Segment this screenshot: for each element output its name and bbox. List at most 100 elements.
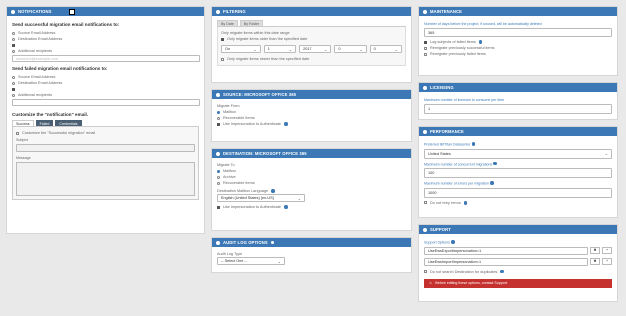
no-search-duplicates-row[interactable]: Do not search Destination for duplicates	[424, 269, 612, 275]
radio-icon[interactable]	[12, 93, 15, 97]
info-icon[interactable]	[284, 122, 288, 126]
audit-icon	[216, 240, 220, 245]
customize-checkbox-row[interactable]: Customize the "Successful migration" ema…	[16, 130, 195, 136]
checkbox-icon[interactable]	[217, 205, 220, 209]
customize-heading: Customize the "notification" email.	[12, 112, 89, 117]
checkbox-icon[interactable]	[424, 270, 427, 274]
radio-icon[interactable]	[217, 181, 220, 185]
radio-icon[interactable]	[12, 31, 15, 35]
radio-icon[interactable]	[217, 110, 220, 114]
source-header: SOURCE: MICROSOFT OFFICE 365	[212, 90, 411, 99]
info-icon[interactable]	[270, 240, 275, 245]
notifications-column: NOTIFICATIONS Send successful migration …	[6, 6, 205, 240]
checkbox-icon[interactable]	[12, 43, 15, 47]
checkbox-icon[interactable]	[16, 131, 19, 135]
tab-failed[interactable]: Failed	[35, 120, 54, 126]
radio-icon[interactable]	[217, 169, 220, 173]
source-icon	[216, 92, 220, 97]
info-icon[interactable]	[284, 205, 288, 209]
subject-input[interactable]	[16, 144, 195, 152]
add-option-button[interactable]: +	[602, 257, 612, 265]
chevron-down-icon: ⌄	[277, 258, 281, 264]
date-part-select[interactable]: 1 ⌄	[263, 45, 297, 53]
destination-icon	[216, 151, 220, 156]
days-input[interactable]: 365	[424, 28, 612, 37]
datacenter-select[interactable]: United States ⌄	[424, 148, 612, 159]
destination-impersonation-row[interactable]: Use Impersonation to Authenticate	[217, 204, 406, 210]
bell-icon	[11, 9, 15, 14]
newer-check-row[interactable]: Only migrate items newer than the specif…	[221, 56, 402, 62]
remove-option-button[interactable]: ✖	[590, 246, 600, 254]
tab-success[interactable]: Success	[12, 120, 34, 126]
support-option-input[interactable]: UseEwsExportImpersonation=1	[424, 246, 588, 255]
notifications-title: NOTIFICATIONS	[18, 9, 52, 14]
destination-recoverable-option[interactable]: Recoverable Items	[217, 180, 406, 186]
failed-additional-option[interactable]: Additional recipients	[12, 92, 199, 98]
checkbox-icon[interactable]	[424, 52, 427, 56]
older-check-row[interactable]: Only migrate items older than the specif…	[221, 36, 402, 42]
success-heading: Send successful migration email notifica…	[12, 22, 120, 27]
radio-icon[interactable]	[217, 116, 220, 120]
licensing-header: LICENSING	[419, 83, 617, 92]
date-part-select[interactable]: 2017 ⌄	[299, 45, 332, 53]
radio-icon[interactable]	[12, 49, 15, 53]
licensing-panel: LICENSING Maximum number of licenses to …	[418, 82, 618, 120]
checkbox-icon[interactable]	[221, 37, 224, 41]
date-selects: On ⌄ 1 ⌄ 2017 ⌄ 0 ⌄ 0 ⌄	[221, 45, 402, 53]
message-textarea[interactable]	[16, 162, 195, 196]
info-icon[interactable]	[490, 181, 494, 185]
checkbox-icon[interactable]	[424, 40, 427, 44]
info-icon[interactable]	[493, 161, 497, 166]
remigrate-failed-row[interactable]: Remigrate previously failed items	[424, 51, 612, 57]
errors-input[interactable]: 1000	[424, 187, 612, 198]
success-additional-input[interactable]: someone@example.com	[12, 55, 200, 62]
language-select[interactable]: English (United States) [en-US] ⌄	[217, 194, 305, 202]
audit-panel: AUDIT LOG OPTIONS Audit Log Type -- Sele…	[211, 237, 412, 273]
failed-additional-input[interactable]	[12, 99, 200, 106]
add-option-button[interactable]: +	[602, 246, 612, 254]
info-icon[interactable]	[463, 200, 468, 205]
destination-panel: DESTINATION: MICROSOFT OFFICE 365 Migrat…	[211, 148, 412, 231]
licenses-input[interactable]: 1	[424, 104, 612, 114]
info-icon[interactable]	[478, 40, 483, 44]
checkbox-icon[interactable]	[424, 201, 427, 205]
tab-by-folder[interactable]: By Folder	[239, 20, 264, 26]
support-panel: SUPPORT Support Options UseEwsExportImpe…	[418, 224, 618, 302]
days-label: Number of days before the project, if un…	[424, 22, 542, 26]
source-panel: SOURCE: MICROSOFT OFFICE 365 Migrate Fro…	[211, 89, 412, 142]
checkbox-icon[interactable]	[424, 46, 427, 50]
date-part-select[interactable]: 0 ⌄	[369, 45, 402, 53]
chevron-down-icon: ⌄	[324, 46, 328, 52]
radio-icon[interactable]	[12, 81, 15, 85]
info-icon[interactable]	[271, 189, 275, 193]
tab-by-date[interactable]: By Date	[217, 20, 238, 26]
support-option-row: UseEwsImportImpersonation=1 ✖ +	[424, 257, 612, 266]
info-icon[interactable]	[450, 240, 455, 244]
filtering-tabs: By Date By Folder	[217, 20, 406, 27]
info-icon[interactable]	[471, 142, 476, 146]
date-part-select[interactable]: On ⌄	[221, 45, 261, 53]
checkbox-icon[interactable]	[217, 122, 220, 126]
chevron-down-icon: ⌄	[604, 151, 608, 157]
success-additional-option[interactable]: Additional recipients	[12, 48, 199, 54]
radio-icon[interactable]	[12, 37, 15, 41]
radio-icon[interactable]	[12, 75, 15, 79]
radio-icon[interactable]	[217, 175, 220, 179]
audit-log-type-select[interactable]: -- Select One -- ⌄	[217, 257, 285, 265]
tab-credentials[interactable]: Credentials	[55, 120, 82, 126]
header-marker-icon	[68, 8, 75, 15]
date-part-select[interactable]: 0 ⌄	[334, 45, 367, 53]
checkbox-icon[interactable]	[12, 87, 15, 91]
concurrent-input[interactable]: 100	[424, 168, 612, 179]
chevron-down-icon: ⌄	[297, 195, 301, 201]
checkbox-icon[interactable]	[221, 57, 224, 61]
audit-header: AUDIT LOG OPTIONS	[212, 238, 411, 247]
no-retry-row[interactable]: Do not retry errors	[424, 200, 612, 206]
support-option-input[interactable]: UseEwsImportImpersonation=1	[424, 257, 588, 266]
subject-label: Subject	[16, 138, 28, 142]
customize-tab-panel: Customize the "Successful migration" ema…	[12, 127, 199, 200]
source-impersonation-row[interactable]: Use Impersonation to Authenticate	[217, 121, 406, 127]
performance-panel: PERFORMANCE Preferred BitTitan Datacente…	[418, 126, 618, 218]
remove-option-button[interactable]: ✖	[590, 257, 600, 265]
info-icon[interactable]	[500, 269, 504, 274]
